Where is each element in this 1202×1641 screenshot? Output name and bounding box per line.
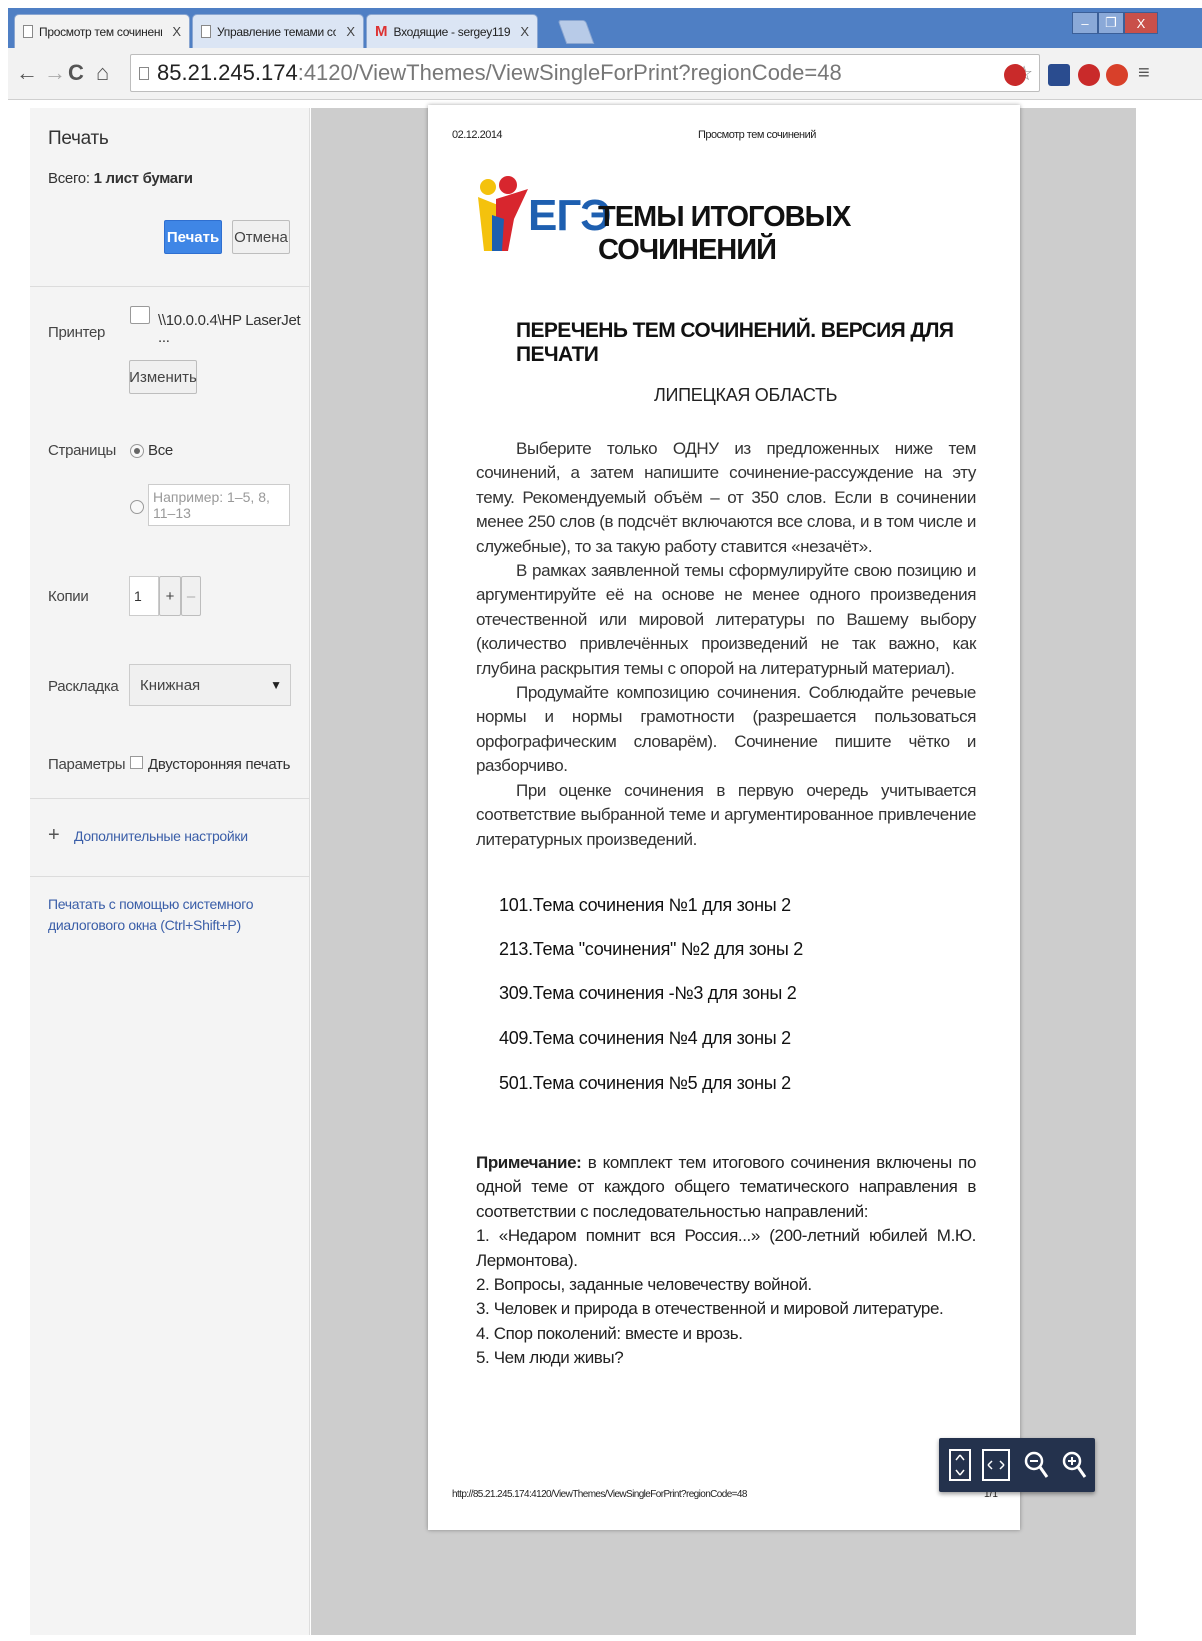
forward-icon[interactable]: → bbox=[44, 60, 66, 86]
print-settings-panel: Печать Всего: 1 лист бумаги Печать Отмен… bbox=[30, 108, 310, 1635]
pages-all-radio[interactable] bbox=[130, 444, 144, 458]
note-item: 5. Чем люди живы? bbox=[476, 1348, 624, 1368]
analytics-extension-icon[interactable] bbox=[1048, 64, 1070, 86]
note-item: 1. «Недаром помнит вся Россия...» (200-л… bbox=[476, 1226, 976, 1270]
printer-label: Принтер bbox=[48, 324, 106, 341]
note-item: 2. Вопросы, заданные человечеству войной… bbox=[476, 1275, 812, 1295]
theme-item: 309.Тема сочинения -№3 для зоны 2 bbox=[499, 983, 797, 1003]
page-icon bbox=[201, 25, 211, 38]
background-page-strip bbox=[1136, 108, 1202, 1635]
print-button[interactable]: Печать bbox=[164, 220, 222, 254]
pages-range-input[interactable]: Например: 1–5, 8, 11–13 bbox=[148, 484, 290, 526]
note-block: Примечание: в комплект тем итогового соч… bbox=[476, 1151, 976, 1371]
page-header-title: Просмотр тем сочинений bbox=[698, 129, 816, 141]
zoom-out-icon[interactable] bbox=[1019, 1446, 1053, 1484]
layout-select[interactable]: Книжная ▼ bbox=[129, 664, 291, 706]
change-printer-button[interactable]: Изменить bbox=[129, 360, 197, 394]
divider bbox=[30, 286, 310, 287]
page-icon bbox=[23, 25, 33, 38]
note-item: 4. Спор поколений: вместе и врозь. bbox=[476, 1323, 743, 1343]
note-item: 3. Человек и природа в отечественной и м… bbox=[476, 1299, 944, 1319]
note-label: Примечание: bbox=[476, 1153, 582, 1172]
gmail-icon: M bbox=[375, 23, 388, 40]
instruction-paragraph: В рамках заявленной темы сформулируйте с… bbox=[476, 561, 976, 678]
theme-item: 409.Тема сочинения №4 для зоны 2 bbox=[499, 1028, 791, 1048]
fit-to-width-icon[interactable] bbox=[979, 1446, 1013, 1484]
region-name: ЛИПЕЦКАЯ ОБЛАСТЬ bbox=[654, 385, 838, 405]
divider bbox=[30, 876, 310, 877]
tab-close-icon[interactable]: X bbox=[168, 24, 181, 39]
reload-icon[interactable]: C bbox=[68, 60, 84, 86]
system-dialog-link[interactable]: Печатать с помощью системного диалоговог… bbox=[48, 894, 298, 936]
url-path: :4120/ViewThemes/ViewSingleForPrint?regi… bbox=[297, 60, 842, 85]
printer-name: \\10.0.0.4\HP LaserJet ... bbox=[158, 312, 301, 346]
options-label: Параметры bbox=[48, 756, 126, 773]
pages-label: Страницы bbox=[48, 442, 117, 459]
instruction-paragraph: При оценке сочинения в первую очередь уч… bbox=[476, 780, 976, 849]
pages-all-label: Все bbox=[148, 442, 173, 459]
zoom-in-icon[interactable] bbox=[1057, 1446, 1091, 1484]
ege-logo-icon bbox=[474, 175, 534, 251]
adblock-extension-icon[interactable] bbox=[1106, 64, 1128, 86]
total-sheets: Всего: 1 лист бумаги bbox=[48, 170, 193, 187]
pro-extension-icon[interactable] bbox=[1004, 64, 1026, 86]
divider bbox=[30, 798, 310, 799]
maximize-button[interactable]: ❐ bbox=[1098, 12, 1124, 34]
menu-icon[interactable]: ≡ bbox=[1138, 62, 1150, 85]
tab-close-icon[interactable]: X bbox=[516, 24, 529, 39]
tab-manage-themes[interactable]: Управление темами сочине X bbox=[192, 14, 364, 48]
copies-decrement-button[interactable]: – bbox=[181, 576, 201, 616]
browser-toolbar: ← → C ⌂ 85.21.245.174:4120/ViewThemes/Vi… bbox=[8, 48, 1202, 100]
printer-icon bbox=[130, 306, 150, 324]
instruction-paragraph: Продумайте композицию сочинения. Соблюда… bbox=[476, 683, 976, 776]
banner-title: ТЕМЫ ИТОГОВЫХ СОЧИНЕНИЙ bbox=[598, 201, 851, 266]
preview-zoom-controls bbox=[939, 1438, 1095, 1492]
page-footer-url: http://85.21.245.174:4120/ViewThemes/Vie… bbox=[452, 1489, 747, 1500]
instructions-text: Выберите только ОДНУ из предложенных ниж… bbox=[476, 437, 976, 852]
theme-item: 501.Тема сочинения №5 для зоны 2 bbox=[499, 1073, 791, 1093]
home-icon[interactable]: ⌂ bbox=[96, 60, 109, 86]
duplex-label: Двусторонняя печать bbox=[148, 756, 291, 773]
url-host: 85.21.245.174 bbox=[157, 60, 298, 85]
address-bar[interactable]: 85.21.245.174:4120/ViewThemes/ViewSingle… bbox=[130, 54, 1040, 92]
duplex-checkbox[interactable] bbox=[130, 756, 143, 769]
chevron-down-icon: ▼ bbox=[270, 678, 282, 692]
back-icon[interactable]: ← bbox=[16, 60, 38, 86]
preview-page: 02.12.2014 Просмотр тем сочинений ЕГЭ ТЕ… bbox=[428, 105, 1020, 1530]
copies-input[interactable]: 1 bbox=[129, 576, 159, 616]
cancel-button[interactable]: Отмена bbox=[232, 220, 290, 254]
minimize-button[interactable]: – bbox=[1072, 12, 1098, 34]
document-heading: ПЕРЕЧЕНЬ ТЕМ СОЧИНЕНИЙ. ВЕРСИЯ ДЛЯ ПЕЧАТ… bbox=[516, 319, 954, 366]
tab-gmail-inbox[interactable]: M Входящие - sergey1190@g X bbox=[366, 14, 538, 48]
fit-to-height-icon[interactable] bbox=[943, 1446, 977, 1484]
more-settings-link[interactable]: Дополнительные настройки bbox=[74, 828, 248, 844]
print-panel-title: Печать bbox=[48, 128, 109, 149]
theme-item: 213.Тема "сочинения" №2 для зоны 2 bbox=[499, 939, 803, 959]
tab-close-icon[interactable]: X bbox=[342, 24, 355, 39]
pages-range-radio[interactable] bbox=[130, 500, 144, 514]
opera-extension-icon[interactable] bbox=[1078, 64, 1100, 86]
layout-label: Раскладка bbox=[48, 678, 119, 695]
instruction-paragraph: Выберите только ОДНУ из предложенных ниж… bbox=[476, 439, 976, 556]
page-date: 02.12.2014 bbox=[452, 129, 503, 141]
plus-icon[interactable]: + bbox=[48, 824, 60, 847]
copies-label: Копии bbox=[48, 588, 89, 605]
tab-view-themes[interactable]: Просмотр тем сочинений X bbox=[14, 14, 190, 48]
copies-increment-button[interactable]: + bbox=[159, 576, 181, 616]
close-window-button[interactable]: X bbox=[1124, 12, 1158, 34]
page-icon bbox=[139, 66, 149, 80]
theme-item: 101.Тема сочинения №1 для зоны 2 bbox=[499, 895, 791, 915]
